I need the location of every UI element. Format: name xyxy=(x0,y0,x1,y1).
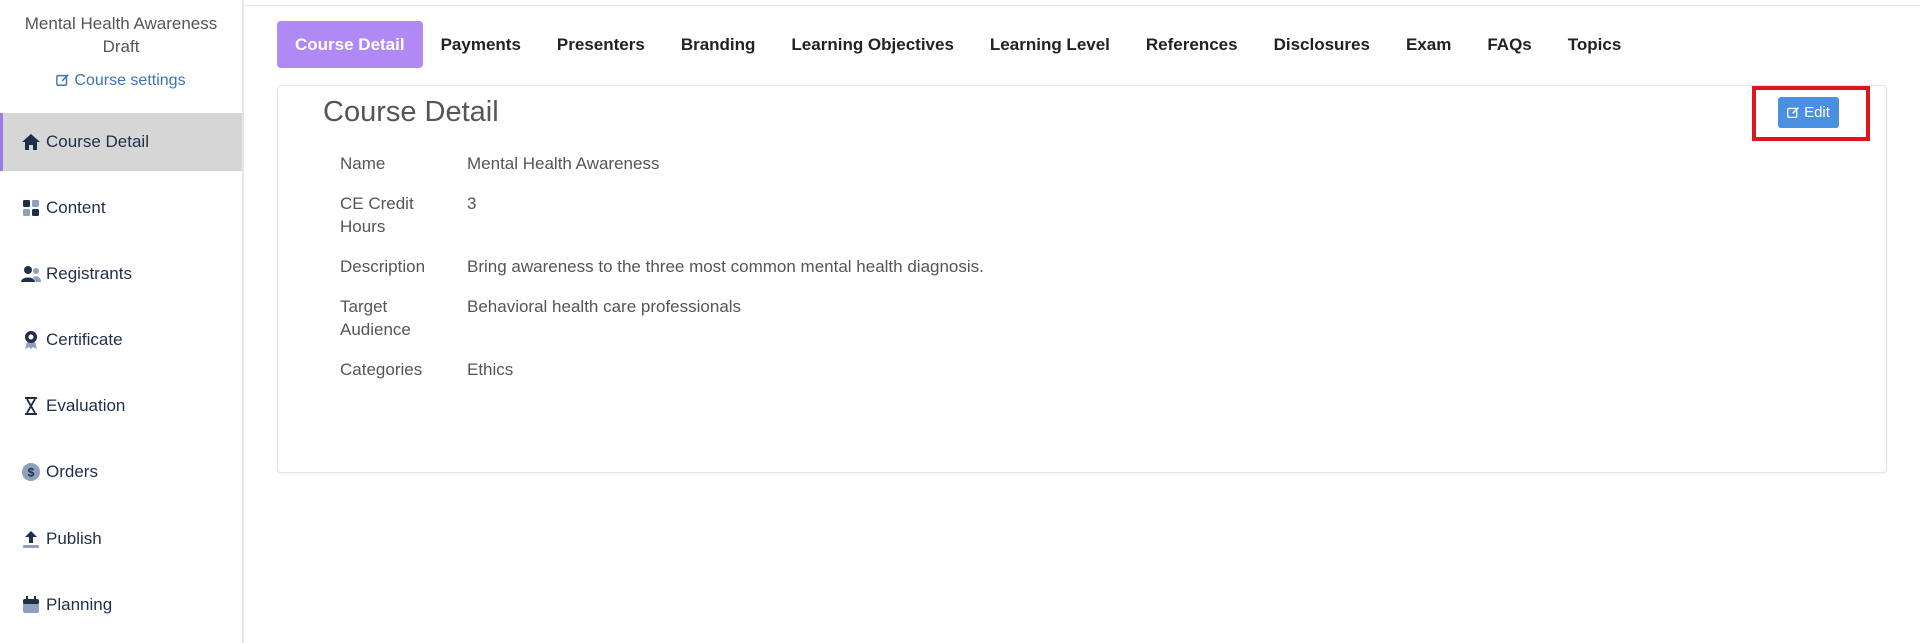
tab-course-detail[interactable]: Course Detail xyxy=(277,21,423,68)
grid-icon xyxy=(20,197,42,219)
tab-payments[interactable]: Payments xyxy=(423,21,539,68)
calendar-icon xyxy=(20,594,42,616)
tab-exam[interactable]: Exam xyxy=(1388,21,1469,68)
top-divider xyxy=(244,5,1920,6)
tab-presenters[interactable]: Presenters xyxy=(539,21,663,68)
edit-icon xyxy=(1787,106,1800,119)
detail-row-target-audience: Target Audience Behavioral health care p… xyxy=(340,295,984,341)
sidebar-item-label: Orders xyxy=(46,462,98,481)
award-icon xyxy=(20,329,42,351)
tab-topics[interactable]: Topics xyxy=(1550,21,1640,68)
edit-icon xyxy=(56,73,70,92)
course-settings-link[interactable]: Course settings xyxy=(0,72,242,92)
course-detail-card: Course Detail Edit Name Mental Health Aw… xyxy=(277,85,1887,473)
tab-branding[interactable]: Branding xyxy=(663,21,774,68)
sidebar-item-certificate[interactable]: Certificate xyxy=(0,311,242,369)
svg-text:$: $ xyxy=(28,466,35,480)
detail-label: CE Credit Hours xyxy=(340,194,414,236)
detail-table: Name Mental Health Awareness CE Credit H… xyxy=(340,152,984,398)
sidebar-item-label: Publish xyxy=(46,529,102,548)
detail-value: 3 xyxy=(467,194,477,213)
sidebar-item-label: Course Detail xyxy=(46,132,149,151)
sidebar-item-orders[interactable]: $ Orders xyxy=(0,443,242,501)
detail-value: Mental Health Awareness xyxy=(467,154,660,173)
upload-icon xyxy=(20,528,42,550)
course-settings-label: Course settings xyxy=(74,72,186,89)
sidebar-item-evaluation[interactable]: Evaluation xyxy=(0,377,242,435)
sidebar: Mental Health Awareness Draft Course set… xyxy=(0,0,244,643)
edit-button-label: Edit xyxy=(1804,104,1830,121)
detail-label: Categories xyxy=(340,360,423,379)
detail-label: Description xyxy=(340,257,426,276)
sidebar-item-planning[interactable]: Planning xyxy=(0,576,242,634)
detail-value: Bring awareness to the three most common… xyxy=(467,257,984,276)
users-icon xyxy=(20,263,42,285)
sidebar-item-label: Certificate xyxy=(46,330,123,349)
sidebar-item-label: Evaluation xyxy=(46,396,126,415)
tab-faqs[interactable]: FAQs xyxy=(1469,21,1549,68)
detail-row-name: Name Mental Health Awareness xyxy=(340,152,984,175)
sidebar-item-publish[interactable]: Publish xyxy=(0,510,242,568)
detail-value: Ethics xyxy=(467,360,514,379)
sidebar-item-registrants[interactable]: Registrants xyxy=(0,245,242,303)
detail-label: Name xyxy=(340,154,386,173)
sidebar-item-label: Registrants xyxy=(46,264,132,283)
detail-row-description: Description Bring awareness to the three… xyxy=(340,255,984,278)
detail-row-ce-credit-hours: CE Credit Hours 3 xyxy=(340,192,984,238)
course-title: Mental Health Awareness Draft xyxy=(0,12,242,58)
tab-learning-objectives[interactable]: Learning Objectives xyxy=(773,21,972,68)
hourglass-icon xyxy=(20,395,42,417)
home-icon xyxy=(20,131,42,153)
course-tabs: Course Detail Payments Presenters Brandi… xyxy=(277,21,1639,68)
detail-row-categories: Categories Ethics xyxy=(340,358,984,381)
sidebar-item-content[interactable]: Content xyxy=(0,179,242,237)
tab-learning-level[interactable]: Learning Level xyxy=(972,21,1128,68)
tab-references[interactable]: References xyxy=(1128,21,1256,68)
dollar-icon: $ xyxy=(20,461,42,483)
detail-value: Behavioral health care professionals xyxy=(467,297,742,316)
tab-disclosures[interactable]: Disclosures xyxy=(1256,21,1388,68)
sidebar-item-label: Content xyxy=(46,198,106,217)
course-name: Mental Health Awareness xyxy=(24,14,218,33)
course-status: Draft xyxy=(102,37,140,56)
edit-button[interactable]: Edit xyxy=(1778,97,1839,128)
sidebar-item-course-detail[interactable]: Course Detail xyxy=(0,113,242,171)
page-title: Course Detail xyxy=(323,96,499,128)
detail-label: Target Audience xyxy=(340,297,411,339)
sidebar-item-label: Planning xyxy=(46,595,113,614)
